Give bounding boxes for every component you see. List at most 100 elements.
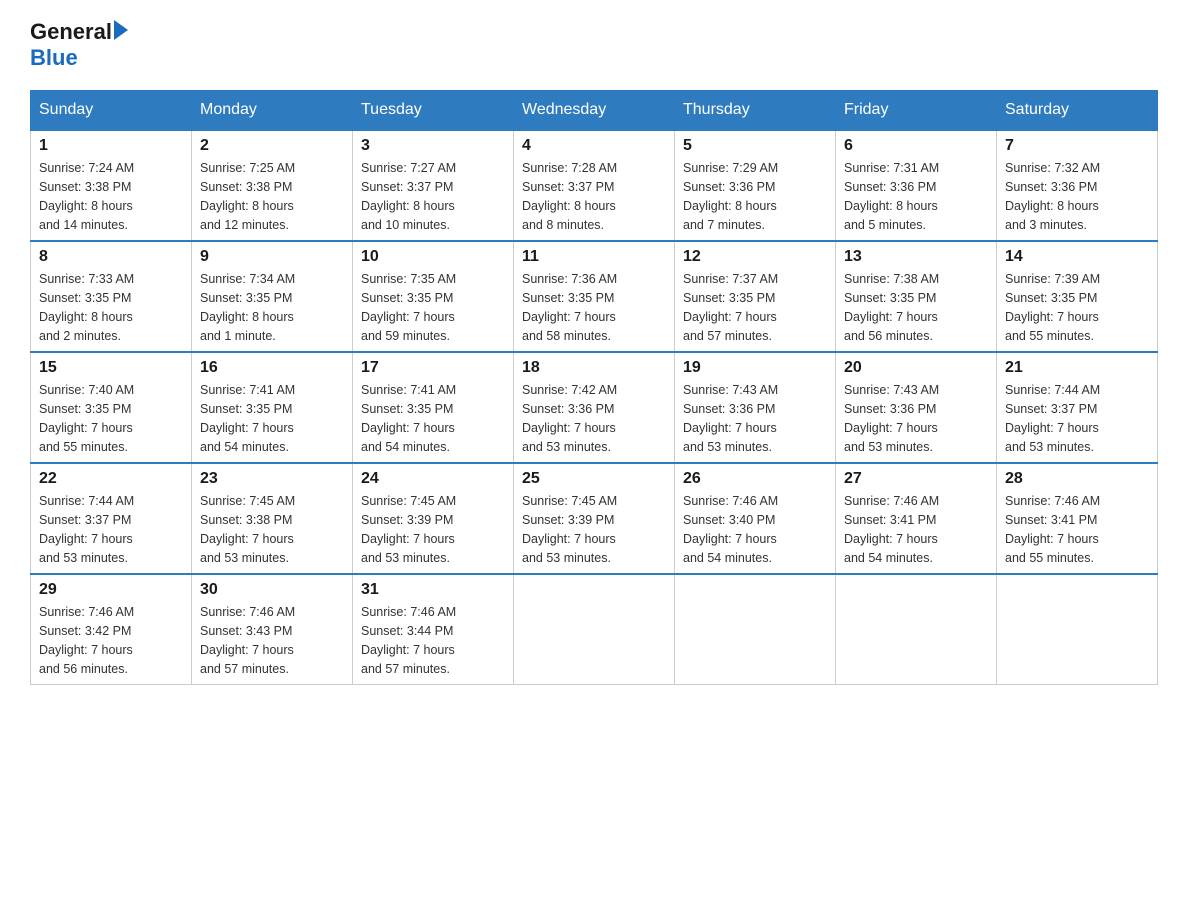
- day-info: Sunrise: 7:45 AMSunset: 3:39 PMDaylight:…: [361, 492, 505, 567]
- day-cell-5: 5 Sunrise: 7:29 AMSunset: 3:36 PMDayligh…: [675, 130, 836, 241]
- day-number: 12: [683, 248, 827, 266]
- col-header-tuesday: Tuesday: [353, 91, 514, 131]
- day-cell-8: 8 Sunrise: 7:33 AMSunset: 3:35 PMDayligh…: [31, 241, 192, 352]
- day-cell-24: 24 Sunrise: 7:45 AMSunset: 3:39 PMDaylig…: [353, 463, 514, 574]
- week-row-2: 8 Sunrise: 7:33 AMSunset: 3:35 PMDayligh…: [31, 241, 1158, 352]
- day-info: Sunrise: 7:37 AMSunset: 3:35 PMDaylight:…: [683, 270, 827, 345]
- day-info: Sunrise: 7:33 AMSunset: 3:35 PMDaylight:…: [39, 270, 183, 345]
- day-cell-10: 10 Sunrise: 7:35 AMSunset: 3:35 PMDaylig…: [353, 241, 514, 352]
- day-number: 28: [1005, 470, 1149, 488]
- day-number: 29: [39, 581, 183, 599]
- day-cell-13: 13 Sunrise: 7:38 AMSunset: 3:35 PMDaylig…: [836, 241, 997, 352]
- day-number: 3: [361, 137, 505, 155]
- empty-cell: [997, 574, 1158, 685]
- day-number: 2: [200, 137, 344, 155]
- day-cell-11: 11 Sunrise: 7:36 AMSunset: 3:35 PMDaylig…: [514, 241, 675, 352]
- day-number: 17: [361, 359, 505, 377]
- day-number: 10: [361, 248, 505, 266]
- day-number: 16: [200, 359, 344, 377]
- day-info: Sunrise: 7:46 AMSunset: 3:41 PMDaylight:…: [1005, 492, 1149, 567]
- day-number: 5: [683, 137, 827, 155]
- day-number: 8: [39, 248, 183, 266]
- day-info: Sunrise: 7:44 AMSunset: 3:37 PMDaylight:…: [39, 492, 183, 567]
- empty-cell: [836, 574, 997, 685]
- day-cell-9: 9 Sunrise: 7:34 AMSunset: 3:35 PMDayligh…: [192, 241, 353, 352]
- col-header-thursday: Thursday: [675, 91, 836, 131]
- day-number: 1: [39, 137, 183, 155]
- calendar-table: SundayMondayTuesdayWednesdayThursdayFrid…: [30, 90, 1158, 685]
- day-number: 22: [39, 470, 183, 488]
- day-cell-19: 19 Sunrise: 7:43 AMSunset: 3:36 PMDaylig…: [675, 352, 836, 463]
- week-row-4: 22 Sunrise: 7:44 AMSunset: 3:37 PMDaylig…: [31, 463, 1158, 574]
- day-info: Sunrise: 7:34 AMSunset: 3:35 PMDaylight:…: [200, 270, 344, 345]
- day-number: 11: [522, 248, 666, 266]
- day-number: 23: [200, 470, 344, 488]
- day-cell-4: 4 Sunrise: 7:28 AMSunset: 3:37 PMDayligh…: [514, 130, 675, 241]
- day-number: 4: [522, 137, 666, 155]
- day-cell-27: 27 Sunrise: 7:46 AMSunset: 3:41 PMDaylig…: [836, 463, 997, 574]
- col-header-friday: Friday: [836, 91, 997, 131]
- day-info: Sunrise: 7:41 AMSunset: 3:35 PMDaylight:…: [361, 381, 505, 456]
- day-info: Sunrise: 7:29 AMSunset: 3:36 PMDaylight:…: [683, 159, 827, 234]
- day-info: Sunrise: 7:46 AMSunset: 3:40 PMDaylight:…: [683, 492, 827, 567]
- day-cell-29: 29 Sunrise: 7:46 AMSunset: 3:42 PMDaylig…: [31, 574, 192, 685]
- col-header-sunday: Sunday: [31, 91, 192, 131]
- day-cell-6: 6 Sunrise: 7:31 AMSunset: 3:36 PMDayligh…: [836, 130, 997, 241]
- day-cell-15: 15 Sunrise: 7:40 AMSunset: 3:35 PMDaylig…: [31, 352, 192, 463]
- day-cell-20: 20 Sunrise: 7:43 AMSunset: 3:36 PMDaylig…: [836, 352, 997, 463]
- day-number: 26: [683, 470, 827, 488]
- day-cell-12: 12 Sunrise: 7:37 AMSunset: 3:35 PMDaylig…: [675, 241, 836, 352]
- col-header-monday: Monday: [192, 91, 353, 131]
- calendar-header-row: SundayMondayTuesdayWednesdayThursdayFrid…: [31, 91, 1158, 131]
- day-cell-17: 17 Sunrise: 7:41 AMSunset: 3:35 PMDaylig…: [353, 352, 514, 463]
- day-cell-1: 1 Sunrise: 7:24 AMSunset: 3:38 PMDayligh…: [31, 130, 192, 241]
- day-info: Sunrise: 7:38 AMSunset: 3:35 PMDaylight:…: [844, 270, 988, 345]
- day-cell-14: 14 Sunrise: 7:39 AMSunset: 3:35 PMDaylig…: [997, 241, 1158, 352]
- day-info: Sunrise: 7:46 AMSunset: 3:43 PMDaylight:…: [200, 603, 344, 678]
- day-info: Sunrise: 7:39 AMSunset: 3:35 PMDaylight:…: [1005, 270, 1149, 345]
- day-cell-31: 31 Sunrise: 7:46 AMSunset: 3:44 PMDaylig…: [353, 574, 514, 685]
- day-info: Sunrise: 7:41 AMSunset: 3:35 PMDaylight:…: [200, 381, 344, 456]
- day-number: 20: [844, 359, 988, 377]
- day-cell-28: 28 Sunrise: 7:46 AMSunset: 3:41 PMDaylig…: [997, 463, 1158, 574]
- day-info: Sunrise: 7:40 AMSunset: 3:35 PMDaylight:…: [39, 381, 183, 456]
- empty-cell: [514, 574, 675, 685]
- day-cell-25: 25 Sunrise: 7:45 AMSunset: 3:39 PMDaylig…: [514, 463, 675, 574]
- day-number: 30: [200, 581, 344, 599]
- week-row-3: 15 Sunrise: 7:40 AMSunset: 3:35 PMDaylig…: [31, 352, 1158, 463]
- day-info: Sunrise: 7:46 AMSunset: 3:41 PMDaylight:…: [844, 492, 988, 567]
- logo-blue: Blue: [30, 46, 78, 70]
- day-info: Sunrise: 7:32 AMSunset: 3:36 PMDaylight:…: [1005, 159, 1149, 234]
- logo: General Blue: [30, 20, 128, 70]
- day-number: 14: [1005, 248, 1149, 266]
- day-info: Sunrise: 7:24 AMSunset: 3:38 PMDaylight:…: [39, 159, 183, 234]
- day-info: Sunrise: 7:35 AMSunset: 3:35 PMDaylight:…: [361, 270, 505, 345]
- day-cell-2: 2 Sunrise: 7:25 AMSunset: 3:38 PMDayligh…: [192, 130, 353, 241]
- day-info: Sunrise: 7:27 AMSunset: 3:37 PMDaylight:…: [361, 159, 505, 234]
- logo-general: General: [30, 20, 112, 44]
- page-header: General Blue: [30, 20, 1158, 70]
- day-number: 15: [39, 359, 183, 377]
- day-cell-26: 26 Sunrise: 7:46 AMSunset: 3:40 PMDaylig…: [675, 463, 836, 574]
- day-info: Sunrise: 7:46 AMSunset: 3:44 PMDaylight:…: [361, 603, 505, 678]
- day-info: Sunrise: 7:25 AMSunset: 3:38 PMDaylight:…: [200, 159, 344, 234]
- day-info: Sunrise: 7:45 AMSunset: 3:39 PMDaylight:…: [522, 492, 666, 567]
- day-info: Sunrise: 7:28 AMSunset: 3:37 PMDaylight:…: [522, 159, 666, 234]
- day-info: Sunrise: 7:43 AMSunset: 3:36 PMDaylight:…: [683, 381, 827, 456]
- day-number: 25: [522, 470, 666, 488]
- day-number: 19: [683, 359, 827, 377]
- day-info: Sunrise: 7:42 AMSunset: 3:36 PMDaylight:…: [522, 381, 666, 456]
- day-number: 18: [522, 359, 666, 377]
- day-info: Sunrise: 7:46 AMSunset: 3:42 PMDaylight:…: [39, 603, 183, 678]
- day-number: 27: [844, 470, 988, 488]
- day-info: Sunrise: 7:31 AMSunset: 3:36 PMDaylight:…: [844, 159, 988, 234]
- day-number: 21: [1005, 359, 1149, 377]
- day-cell-18: 18 Sunrise: 7:42 AMSunset: 3:36 PMDaylig…: [514, 352, 675, 463]
- day-info: Sunrise: 7:43 AMSunset: 3:36 PMDaylight:…: [844, 381, 988, 456]
- day-number: 24: [361, 470, 505, 488]
- day-cell-30: 30 Sunrise: 7:46 AMSunset: 3:43 PMDaylig…: [192, 574, 353, 685]
- day-number: 31: [361, 581, 505, 599]
- day-number: 13: [844, 248, 988, 266]
- week-row-5: 29 Sunrise: 7:46 AMSunset: 3:42 PMDaylig…: [31, 574, 1158, 685]
- day-info: Sunrise: 7:44 AMSunset: 3:37 PMDaylight:…: [1005, 381, 1149, 456]
